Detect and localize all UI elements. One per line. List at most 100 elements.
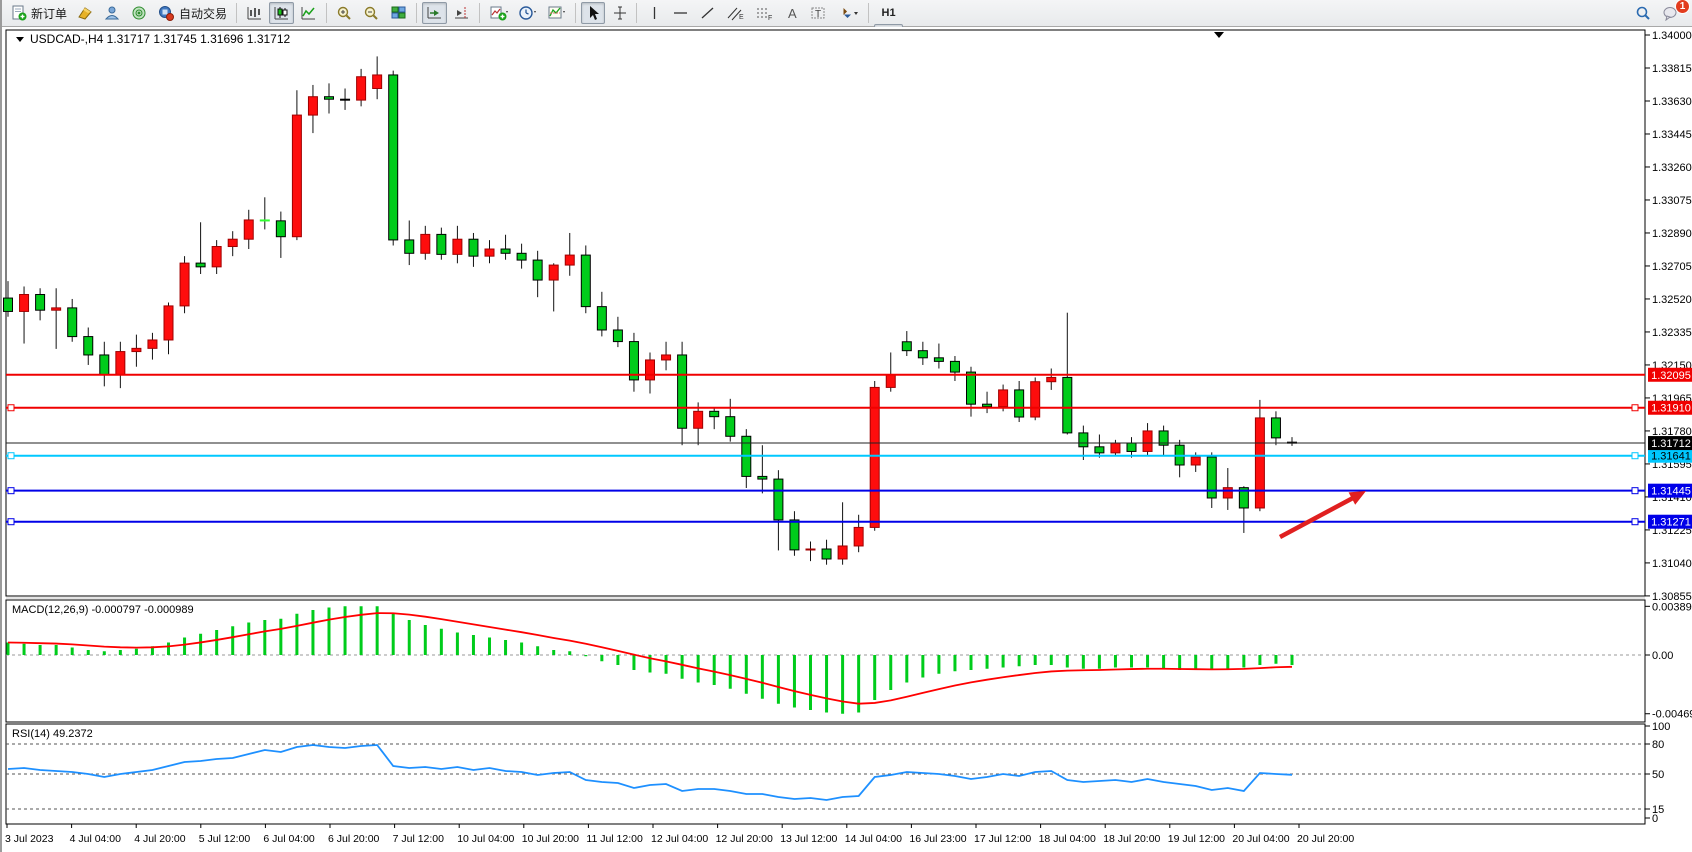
arrows-button[interactable] bbox=[833, 2, 863, 24]
bar-chart-button[interactable] bbox=[242, 2, 267, 24]
profile-button[interactable] bbox=[100, 2, 125, 24]
date-label: 18 Jul 04:00 bbox=[1039, 833, 1096, 845]
chart-shift-button[interactable] bbox=[449, 2, 474, 24]
timeframe-h1[interactable]: H1 bbox=[874, 2, 903, 24]
candle bbox=[4, 298, 13, 311]
autotrade-button[interactable]: 自动交易 bbox=[154, 2, 231, 24]
candle bbox=[1271, 418, 1280, 438]
auto-scroll-icon bbox=[426, 5, 443, 21]
line-handle[interactable] bbox=[8, 405, 14, 411]
price-tick-label: 1.32705 bbox=[1652, 261, 1692, 273]
rsi-tick-label: 0 bbox=[1652, 813, 1658, 825]
tile-windows-icon bbox=[390, 5, 407, 21]
date-label: 4 Jul 20:00 bbox=[134, 833, 186, 845]
periods-button[interactable] bbox=[514, 2, 541, 24]
candle bbox=[148, 340, 157, 348]
candle bbox=[726, 417, 735, 437]
cursor-button[interactable] bbox=[581, 2, 605, 24]
arrows-icon bbox=[837, 5, 859, 21]
pane-splitter[interactable] bbox=[6, 597, 1645, 599]
candle bbox=[581, 255, 590, 307]
macd-label: MACD(12,26,9) -0.000797 -0.000989 bbox=[12, 604, 194, 616]
price-tick-label: 1.33075 bbox=[1652, 195, 1692, 207]
date-label: 20 Jul 04:00 bbox=[1232, 833, 1289, 845]
bar-chart-icon bbox=[246, 5, 263, 21]
horizontal-line-button[interactable] bbox=[668, 2, 693, 24]
candle bbox=[341, 99, 350, 100]
vertical-line-button[interactable] bbox=[642, 2, 666, 24]
candle bbox=[405, 240, 414, 253]
date-label: 16 Jul 23:00 bbox=[909, 833, 966, 845]
autotrade-icon bbox=[158, 5, 175, 21]
candle bbox=[36, 294, 45, 310]
line-handle[interactable] bbox=[1632, 453, 1638, 459]
svg-text:F: F bbox=[768, 15, 772, 21]
periods-icon bbox=[518, 5, 537, 21]
candle bbox=[132, 348, 141, 351]
date-label: 10 Jul 04:00 bbox=[457, 833, 514, 845]
add-indicator-button[interactable] bbox=[485, 2, 512, 24]
date-label: 12 Jul 04:00 bbox=[651, 833, 708, 845]
chat-button[interactable]: 1 bbox=[1658, 2, 1684, 24]
svg-text:E: E bbox=[739, 14, 744, 21]
tile-windows-button[interactable] bbox=[386, 2, 411, 24]
candle bbox=[565, 255, 574, 265]
line-handle[interactable] bbox=[1632, 488, 1638, 494]
current-price-badge-label: 1.31712 bbox=[1651, 438, 1691, 450]
zoom-out-button[interactable] bbox=[359, 2, 384, 24]
mailbox-button[interactable] bbox=[73, 2, 98, 24]
price-line-badge-label: 1.31445 bbox=[1651, 486, 1691, 498]
date-label: 11 Jul 12:00 bbox=[586, 833, 643, 845]
trendline-button[interactable] bbox=[695, 2, 720, 24]
date-label: 13 Jul 12:00 bbox=[780, 833, 837, 845]
crosshair-icon bbox=[612, 5, 627, 21]
candle bbox=[308, 97, 317, 115]
candle bbox=[180, 263, 189, 306]
auto-scroll-button[interactable] bbox=[422, 2, 447, 24]
trendline-icon bbox=[699, 5, 716, 21]
svg-text:A: A bbox=[788, 6, 797, 21]
chart-canvas[interactable]: 1.340001.338151.336301.334451.332601.330… bbox=[2, 27, 1692, 852]
candle bbox=[325, 97, 334, 99]
templates-button[interactable] bbox=[543, 2, 570, 24]
chart-area: 1.340001.338151.336301.334451.332601.330… bbox=[2, 27, 1692, 852]
candle-chart-button[interactable] bbox=[269, 2, 294, 24]
line-handle[interactable] bbox=[8, 453, 14, 459]
horizontal-line-icon bbox=[672, 5, 689, 21]
chart-shift-icon bbox=[453, 5, 470, 21]
text-label-button[interactable]: T bbox=[806, 2, 831, 24]
fibonacci-button[interactable]: F bbox=[751, 2, 778, 24]
candle bbox=[1127, 443, 1136, 451]
candle bbox=[100, 355, 109, 375]
candle bbox=[1063, 377, 1072, 432]
svg-text:T: T bbox=[815, 9, 821, 20]
candle bbox=[822, 549, 831, 559]
notification-badge: 1 bbox=[1675, 0, 1690, 14]
crosshair-button[interactable] bbox=[607, 2, 631, 24]
candle bbox=[260, 220, 269, 221]
candle bbox=[1223, 488, 1232, 498]
channel-button[interactable]: E bbox=[722, 2, 749, 24]
candle bbox=[68, 308, 77, 337]
price-tick-label: 1.34000 bbox=[1652, 30, 1692, 42]
candle bbox=[196, 263, 205, 267]
search-button[interactable] bbox=[1631, 2, 1656, 24]
date-label: 7 Jul 12:00 bbox=[393, 833, 445, 845]
line-handle[interactable] bbox=[1632, 519, 1638, 525]
date-label: 4 Jul 04:00 bbox=[70, 833, 122, 845]
candle bbox=[662, 355, 671, 360]
line-handle[interactable] bbox=[1632, 405, 1638, 411]
candle bbox=[967, 372, 976, 404]
text-button[interactable]: A bbox=[780, 2, 804, 24]
zoom-in-button[interactable] bbox=[332, 2, 357, 24]
line-chart-button[interactable] bbox=[296, 2, 321, 24]
line-handle[interactable] bbox=[8, 488, 14, 494]
candle bbox=[1015, 390, 1024, 417]
candle bbox=[437, 234, 446, 254]
radar-button[interactable] bbox=[127, 2, 152, 24]
new-order-button[interactable]: 新订单 bbox=[7, 2, 71, 24]
candle-chart-icon bbox=[273, 5, 290, 21]
line-handle[interactable] bbox=[8, 519, 14, 525]
date-label: 6 Jul 04:00 bbox=[263, 833, 315, 845]
candle bbox=[533, 260, 542, 280]
